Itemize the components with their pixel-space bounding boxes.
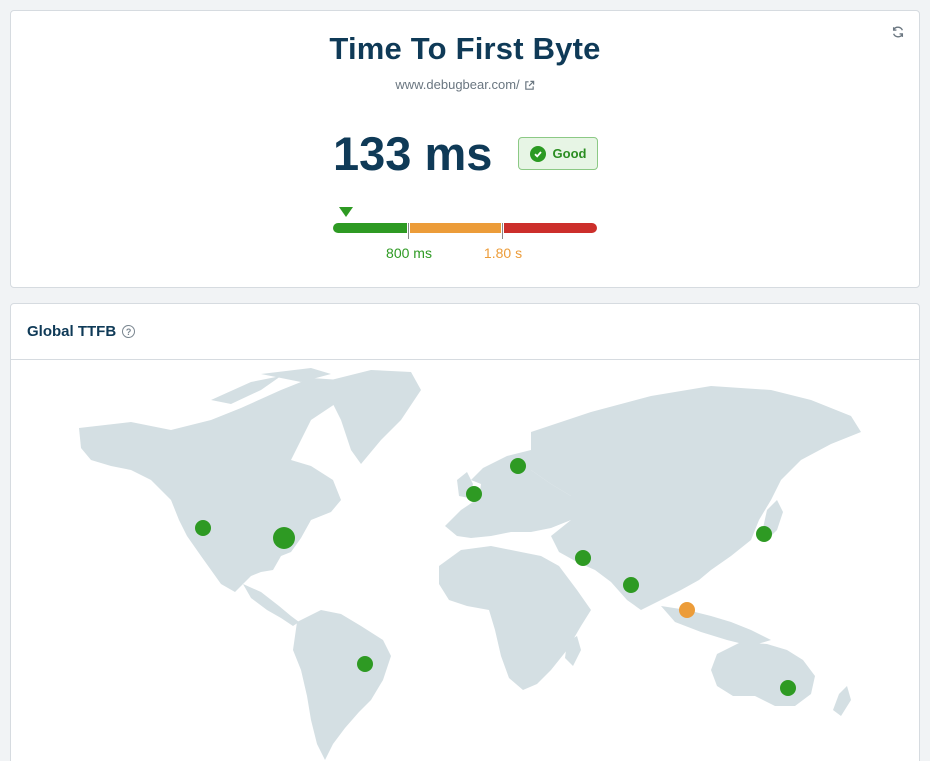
location-marker-middle-east[interactable] bbox=[575, 550, 591, 566]
asia bbox=[531, 386, 861, 610]
threshold-tick-1 bbox=[408, 223, 409, 239]
central-america bbox=[243, 584, 299, 626]
location-marker-singapore[interactable] bbox=[679, 602, 695, 618]
location-marker-australia[interactable] bbox=[780, 680, 796, 696]
world-map bbox=[79, 368, 861, 760]
south-america bbox=[293, 610, 391, 760]
location-marker-us-west[interactable] bbox=[195, 520, 211, 536]
value-marker bbox=[339, 207, 353, 217]
location-marker-us-east[interactable] bbox=[273, 527, 295, 549]
rating-badge: Good bbox=[518, 137, 598, 170]
page-title: Time To First Byte bbox=[329, 31, 601, 66]
indonesia bbox=[661, 606, 771, 646]
global-ttfb-card: Global TTFB ? bbox=[10, 303, 920, 761]
location-marker-japan[interactable] bbox=[756, 526, 772, 542]
africa bbox=[439, 546, 591, 690]
url-row: www.debugbear.com/ bbox=[11, 77, 919, 92]
location-marker-uk[interactable] bbox=[466, 486, 482, 502]
section-title: Global TTFB bbox=[27, 323, 117, 340]
scale-good-segment bbox=[333, 223, 407, 233]
location-marker-brazil[interactable] bbox=[357, 656, 373, 672]
australia bbox=[711, 642, 815, 706]
new-zealand bbox=[833, 686, 851, 716]
threshold-tick-2 bbox=[502, 223, 503, 239]
scale-poor-segment bbox=[504, 223, 597, 233]
help-icon[interactable]: ? bbox=[122, 325, 136, 338]
threshold-label-good: 800 ms bbox=[386, 245, 432, 261]
site-url-link[interactable]: www.debugbear.com/ bbox=[395, 77, 519, 92]
north-america bbox=[79, 378, 341, 592]
scale-needs-improvement-segment bbox=[410, 223, 501, 233]
check-circle-icon bbox=[529, 145, 546, 162]
location-marker-scandinavia[interactable] bbox=[510, 458, 526, 474]
card-header: Global TTFB ? bbox=[11, 304, 919, 360]
land-masses bbox=[79, 368, 861, 760]
threshold-label-poor: 1.80 s bbox=[483, 245, 523, 261]
rating-label: Good bbox=[552, 146, 587, 161]
rating-scale: 800 ms 1.80 s bbox=[333, 207, 597, 267]
greenland bbox=[331, 370, 421, 464]
location-marker-india[interactable] bbox=[623, 577, 639, 593]
ttfb-value: 133 ms bbox=[333, 127, 493, 180]
external-link-icon[interactable] bbox=[524, 80, 535, 91]
ttfb-summary-card: Time To First Byte www.debugbear.com/ 13… bbox=[10, 10, 920, 288]
